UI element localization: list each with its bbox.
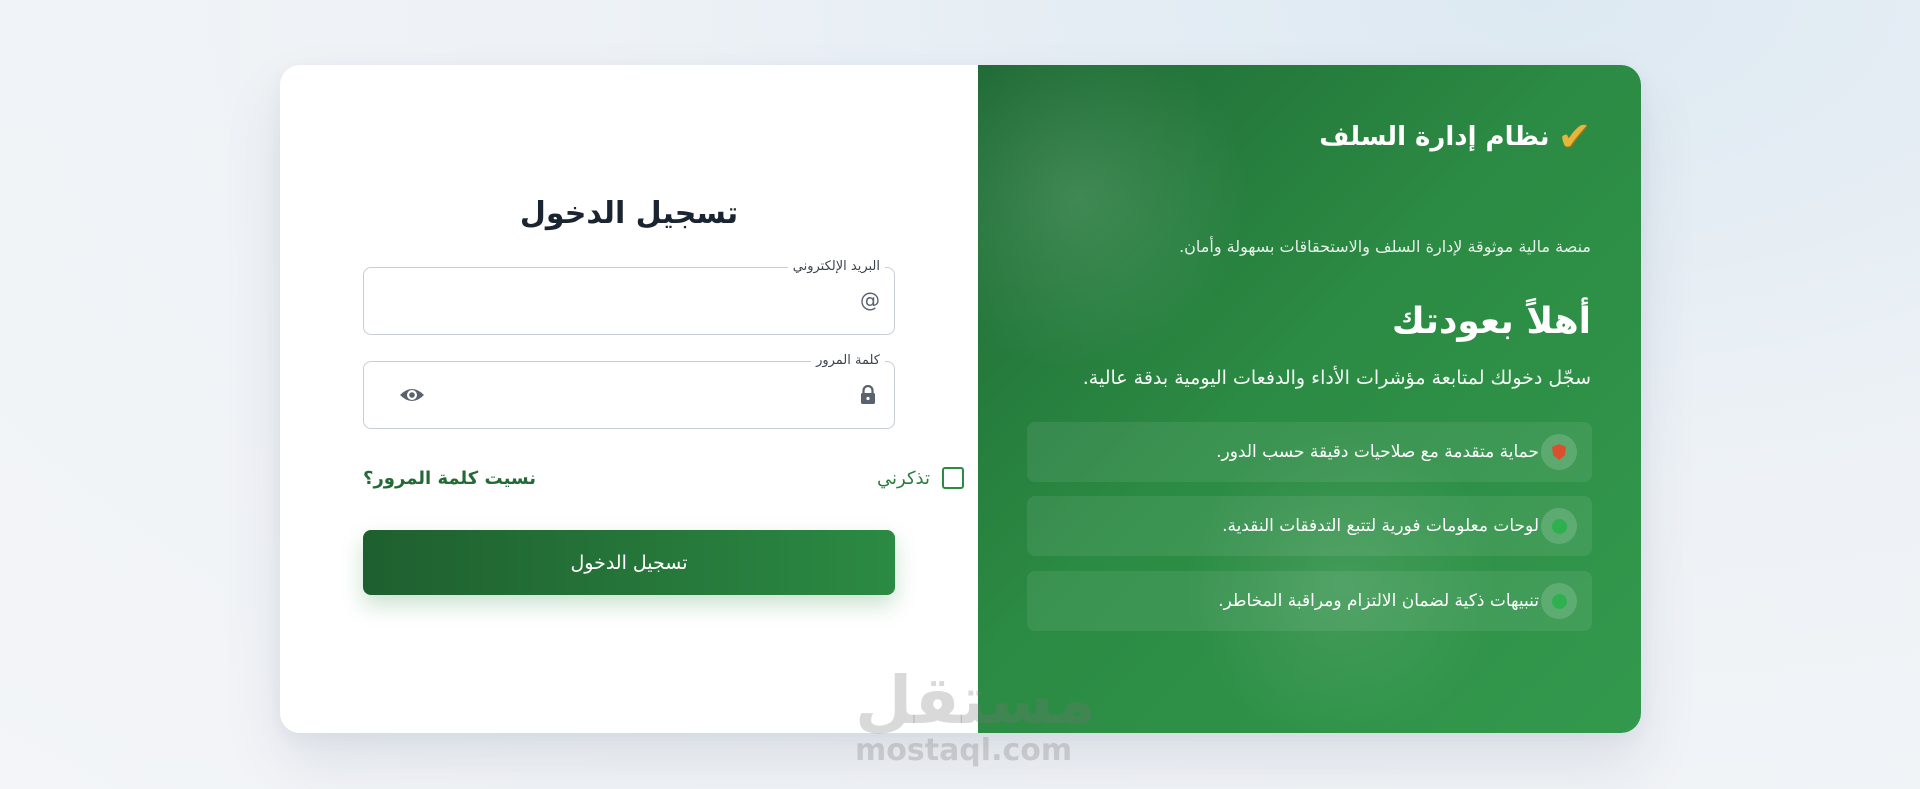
welcome-subtitle: سجّل دخولك لمتابعة مؤشرات الأداء والدفعا… [1082, 367, 1591, 389]
email-input[interactable] [424, 284, 849, 320]
login-card: ✔ نظام إدارة السلف منصة مالية موثوقة لإد… [280, 65, 1641, 733]
login-title: تسجيل الدخول [519, 196, 739, 231]
feature-label: حماية متقدمة مع صلاحيات دقيقة حسب الدور. [1216, 442, 1539, 462]
login-button[interactable]: تسجيل الدخول [363, 530, 895, 595]
remember-checkbox[interactable] [942, 467, 964, 489]
eye-icon[interactable] [399, 384, 425, 406]
brand: ✔ نظام إدارة السلف [1319, 117, 1591, 157]
check-mark-icon: ✔ [1557, 114, 1591, 160]
feature-item: حماية متقدمة مع صلاحيات دقيقة حسب الدور. [1027, 422, 1592, 482]
feature-icon-badge [1541, 508, 1577, 544]
green-dot-icon [1551, 518, 1567, 534]
email-field: البريد الإلكتروني @ [363, 258, 895, 335]
feature-label: لوحات معلومات فورية لتتبع التدفقات النقد… [1222, 516, 1539, 536]
feature-icon-badge [1541, 434, 1577, 470]
brand-title: نظام إدارة السلف [1319, 122, 1550, 152]
remember-me[interactable]: تذكرني [877, 467, 964, 489]
password-field: كلمة المرور [363, 352, 895, 429]
at-sign-icon: @ [860, 288, 880, 312]
promo-panel: ✔ نظام إدارة السلف منصة مالية موثوقة لإد… [978, 65, 1641, 733]
feature-label: تنبيهات ذكية لضمان الالتزام ومراقبة المخ… [1218, 591, 1539, 611]
feature-item: تنبيهات ذكية لضمان الالتزام ومراقبة المخ… [1027, 571, 1592, 631]
forgot-password-link[interactable]: نسيت كلمة المرور؟ [363, 468, 536, 489]
password-label: كلمة المرور [811, 352, 885, 370]
password-input[interactable] [424, 378, 849, 414]
brand-subtitle: منصة مالية موثوقة لإدارة السلف والاستحقا… [1179, 237, 1591, 256]
welcome-title: أهلاً بعودتك [1391, 301, 1591, 342]
watermark-latin: mostaql.com [855, 733, 1073, 768]
remember-label: تذكرني [877, 467, 930, 489]
lock-icon [861, 385, 875, 404]
login-form: تسجيل الدخول البريد الإلكتروني @ كلمة ال… [280, 65, 978, 733]
feature-item: لوحات معلومات فورية لتتبع التدفقات النقد… [1027, 496, 1592, 556]
shield-icon [1552, 444, 1566, 460]
email-label: البريد الإلكتروني [787, 258, 885, 276]
green-dot-icon [1551, 593, 1567, 609]
feature-icon-badge [1541, 583, 1577, 619]
